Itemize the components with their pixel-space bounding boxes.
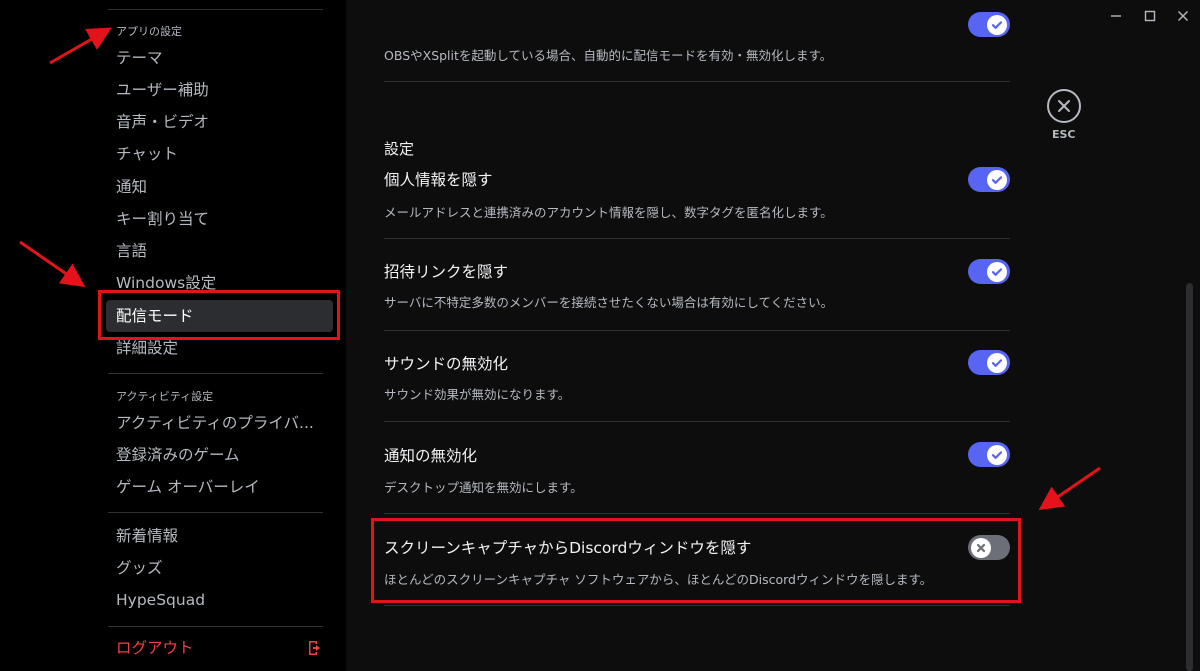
section-label-activity-settings: アクティビティ設定	[116, 390, 214, 403]
setting-title: 通知の無効化	[384, 447, 478, 465]
setting-divider	[384, 81, 1010, 82]
close-icon	[1058, 100, 1070, 112]
annotation-box-capture-setting	[371, 518, 1021, 603]
toggle-disable-sounds[interactable]	[968, 350, 1010, 375]
sidebar-divider	[108, 512, 323, 513]
section-label-app-settings: アプリの設定	[116, 25, 182, 38]
sidebar-item-hypesquad[interactable]: HypeSquad	[116, 589, 205, 611]
setting-desc: メールアドレスと連携済みのアカウント情報を隠し、数字タグを匿名化します。	[384, 205, 833, 220]
setting-row-disable-sounds: サウンドの無効化 サウンド効果が無効になります。	[384, 352, 1010, 412]
setting-desc: サーバに不特定多数のメンバーを接続させたくない場合は有効にしてください。	[384, 295, 834, 310]
sidebar-item-accessibility[interactable]: ユーザー補助	[116, 79, 209, 101]
setting-row-hide-invite-links: 招待リンクを隠す サーバに不特定多数のメンバーを接続させたくない場合は有効にして…	[384, 260, 1010, 320]
logout-icon	[309, 641, 320, 655]
check-icon	[991, 267, 1003, 276]
setting-divider	[384, 421, 1010, 422]
minimize-icon[interactable]	[1108, 8, 1124, 24]
toggle-knob	[987, 444, 1007, 465]
setting-title: サウンドの無効化	[384, 355, 509, 373]
logout-button[interactable]: ログアウト	[116, 637, 194, 659]
section-title: 設定	[384, 140, 415, 158]
setting-row-disable-notifications: 通知の無効化 デスクトップ通知を無効にします。	[384, 444, 1010, 504]
toggle-knob	[987, 169, 1007, 190]
setting-row-auto-streamer-mode: OBSやXSplitを起動している場合、自動的に配信モードを有効・無効化します。	[384, 0, 1010, 80]
setting-desc: デスクトップ通知を無効にします。	[384, 480, 583, 495]
sidebar-divider	[108, 626, 323, 627]
sidebar-item-activity-privacy[interactable]: アクティビティのプライバ...	[116, 412, 314, 434]
sidebar-item-language[interactable]: 言語	[116, 240, 147, 262]
check-icon	[991, 450, 1003, 459]
sidebar-divider	[108, 373, 323, 374]
setting-divider	[384, 330, 1010, 331]
sidebar-item-voice-video[interactable]: 音声・ビデオ	[116, 111, 209, 133]
setting-desc: サウンド効果が無効になります。	[384, 387, 571, 402]
setting-row-hide-personal-info: 個人情報を隠す メールアドレスと連携済みのアカウント情報を隠し、数字タグを匿名化…	[384, 168, 1010, 228]
sidebar-item-theme[interactable]: テーマ	[116, 47, 163, 69]
sidebar-item-whats-new[interactable]: 新着情報	[116, 525, 178, 547]
toggle-knob	[987, 261, 1007, 282]
sidebar-item-keybinds[interactable]: キー割り当て	[116, 208, 209, 230]
sidebar-divider	[108, 9, 323, 10]
close-settings-button[interactable]	[1047, 89, 1081, 123]
sidebar-item-game-overlay[interactable]: ゲーム オーバーレイ	[116, 476, 260, 498]
window-close-icon[interactable]	[1175, 8, 1191, 24]
sidebar-item-chat[interactable]: チャット	[116, 143, 178, 165]
toggle-hide-personal-info[interactable]	[968, 167, 1010, 192]
sidebar-item-registered-games[interactable]: 登録済みのゲーム	[116, 444, 240, 466]
check-icon	[991, 358, 1003, 367]
setting-title: 個人情報を隠す	[384, 171, 493, 189]
check-icon	[991, 175, 1003, 184]
setting-divider	[384, 513, 1010, 514]
sidebar-item-notifications[interactable]: 通知	[116, 176, 147, 198]
toggle-knob	[987, 352, 1007, 373]
sidebar-item-advanced[interactable]: 詳細設定	[116, 337, 178, 359]
scrollbar-thumb[interactable]	[1186, 283, 1193, 671]
setting-divider	[384, 238, 1010, 239]
setting-title: 招待リンクを隠す	[384, 263, 509, 281]
toggle-hide-invite-links[interactable]	[968, 259, 1010, 284]
setting-divider	[384, 605, 1010, 606]
esc-label: ESC	[1052, 128, 1076, 141]
toggle-disable-notifications[interactable]	[968, 442, 1010, 467]
maximize-icon[interactable]	[1142, 8, 1158, 24]
annotation-box-streamer-mode	[98, 290, 340, 340]
sidebar-item-merch[interactable]: グッズ	[116, 557, 163, 579]
setting-desc: OBSやXSplitを起動している場合、自動的に配信モードを有効・無効化します。	[384, 48, 833, 63]
